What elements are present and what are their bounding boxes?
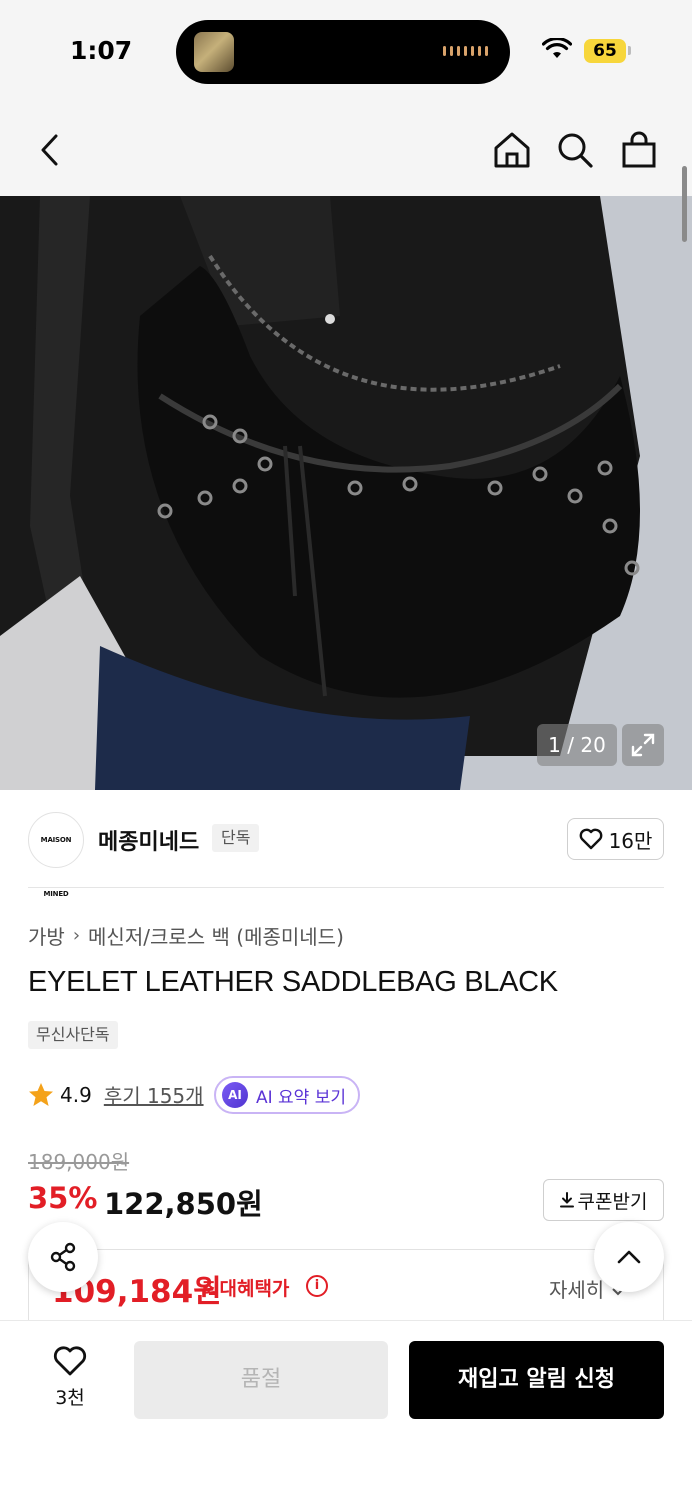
info-icon[interactable]: i	[306, 1275, 328, 1297]
heart-icon	[53, 1346, 87, 1376]
chevron-up-icon	[617, 1250, 641, 1264]
review-count-link[interactable]: 후기 155개	[104, 1080, 204, 1109]
battery-level: 65	[584, 39, 626, 63]
breadcrumb: 가방 › 메신저/크로스 백 (메종미네드)	[28, 921, 344, 950]
heart-icon	[579, 828, 602, 850]
expand-icon	[631, 733, 655, 757]
discount-rate: 35%	[28, 1181, 98, 1215]
expand-image-button[interactable]	[622, 724, 664, 766]
back-arrow-icon	[41, 134, 58, 166]
max-benefit-label: 최대혜택가	[202, 1278, 290, 1300]
breadcrumb-category[interactable]: 가방	[28, 921, 65, 950]
product-title: EYELET LEATHER SADDLEBAG BLACK	[28, 966, 558, 998]
cart-button[interactable]	[617, 128, 661, 172]
home-button[interactable]	[490, 128, 534, 172]
ai-icon: AI	[222, 1082, 248, 1108]
soldout-button: 품절	[134, 1341, 388, 1419]
ai-summary-label: AI 요약 보기	[256, 1087, 347, 1108]
status-bar: 1:07 65	[0, 0, 692, 104]
share-icon	[50, 1242, 76, 1272]
download-icon	[559, 1192, 574, 1208]
now-playing-thumbnail	[194, 32, 234, 72]
product-photo-saddlebag	[0, 196, 692, 790]
back-button[interactable]	[28, 128, 72, 172]
coupon-download-button[interactable]: 쿠폰받기	[543, 1179, 664, 1221]
coupon-label: 쿠폰받기	[577, 1190, 648, 1213]
search-button[interactable]	[553, 128, 597, 172]
breadcrumb-subcategory[interactable]: 메신저/크로스 백 (메종미네드)	[88, 921, 344, 950]
battery-tip	[628, 46, 631, 55]
dynamic-island[interactable]	[176, 20, 510, 84]
wishlist-count: 3천	[55, 1387, 85, 1409]
wifi-icon	[542, 38, 572, 58]
shopping-bag-icon	[622, 131, 656, 168]
chevron-right-icon: ›	[72, 925, 81, 946]
home-icon	[494, 132, 530, 168]
brand-exclusive-badge: 단독	[212, 824, 260, 852]
divider	[28, 887, 664, 888]
restock-alert-button[interactable]: 재입고 알림 신청	[409, 1341, 664, 1419]
musinsa-exclusive-badge: 무신사단독	[28, 1021, 118, 1049]
scroll-to-top-button[interactable]	[594, 1222, 664, 1292]
brand-like-count: 16만	[608, 828, 653, 853]
page-scrollbar[interactable]	[682, 166, 687, 242]
image-counter: 1 / 20	[537, 724, 617, 766]
status-time: 1:07	[70, 36, 133, 65]
sale-price: 122,850원	[104, 1187, 263, 1221]
audio-waveform-icon	[443, 46, 488, 56]
star-icon	[29, 1083, 53, 1106]
brand-name[interactable]: 메종미네드	[98, 824, 199, 856]
share-button[interactable]	[28, 1222, 98, 1292]
ai-summary-button[interactable]: AI AI 요약 보기	[214, 1076, 361, 1114]
search-icon	[558, 133, 593, 168]
top-nav-bar	[0, 104, 692, 196]
benefit-detail-label: 자세히	[549, 1278, 605, 1302]
original-price: 189,000원	[28, 1150, 130, 1174]
brand-logo[interactable]: MAISON MINED	[28, 812, 84, 898]
wishlist-button[interactable]: 3천	[40, 1345, 100, 1410]
rating-row: 4.9 후기 155개	[28, 1080, 204, 1109]
rating-score: 4.9	[60, 1082, 92, 1107]
brand-like-button[interactable]: 16만	[567, 818, 664, 860]
product-image[interactable]	[0, 196, 692, 790]
